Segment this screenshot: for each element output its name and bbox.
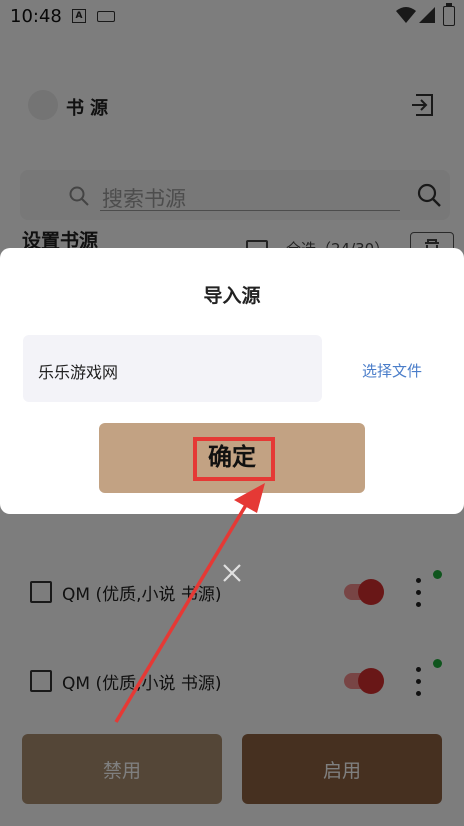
arrow-head xyxy=(234,483,265,513)
annotation-arrow xyxy=(114,483,265,723)
arrow-shaft xyxy=(114,504,248,723)
